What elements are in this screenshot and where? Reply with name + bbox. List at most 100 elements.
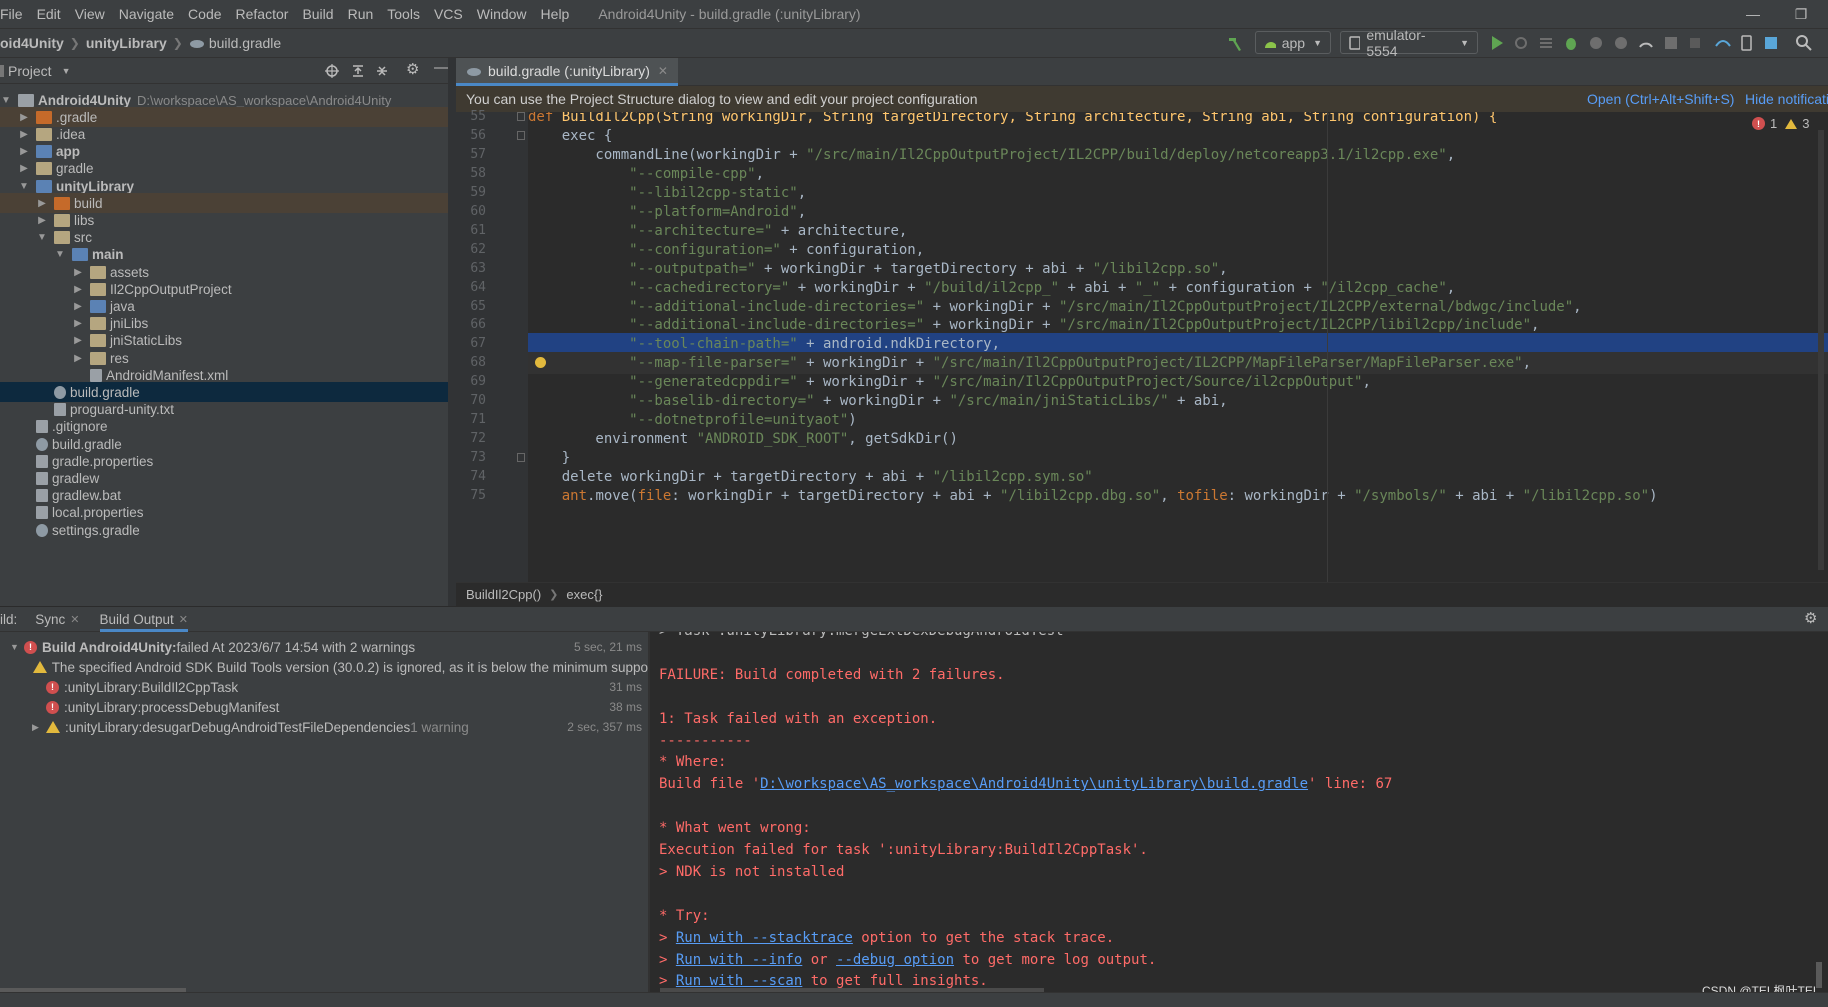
project-view-label[interactable]: Project [8,63,52,79]
chevron-right-icon[interactable]: ▶ [36,198,48,209]
chevron-right-icon[interactable]: ▶ [32,722,46,733]
run-config-select[interactable]: app ▼ [1255,31,1331,54]
console-link[interactable]: Run with --info [676,952,802,968]
chevron-down-icon[interactable]: ▼ [0,95,12,106]
editor-tab-build-gradle[interactable]: build.gradle (:unityLibrary) ✕ [456,58,678,86]
crumb-block[interactable]: exec{} [566,587,602,602]
sync-gradle-icon[interactable] [1714,34,1732,52]
chevron-right-icon[interactable]: ▶ [72,335,84,346]
close-icon[interactable]: ✕ [658,64,668,78]
chevron-right-icon[interactable]: ▶ [18,146,30,157]
list-icon[interactable] [1537,34,1555,52]
folder-icon [54,196,70,210]
code-token: "--map-file-parser=" [528,355,798,372]
menu-vcs[interactable]: VCS [427,6,470,22]
rerun-icon[interactable] [1512,34,1530,52]
chevron-down-icon[interactable]: ▼ [62,66,71,76]
build-row[interactable]: The specified Android SDK Build Tools ve… [0,657,648,677]
build-console[interactable]: > Task :unityLibrary:mergeExtDexDebugAnd… [650,632,1828,992]
search-icon[interactable] [1795,34,1813,52]
chevron-right-icon[interactable]: ▶ [72,301,84,312]
apply-changes-icon[interactable] [1637,34,1655,52]
error-icon: ! [46,680,59,694]
folder-icon [90,351,106,365]
chevron-right-icon[interactable]: ▶ [18,163,30,174]
chevron-right-icon[interactable]: ▶ [72,318,84,329]
hammer-icon[interactable] [1226,34,1244,52]
run-icon[interactable] [1488,34,1506,52]
console-text: * Where: [659,754,727,771]
restore-icon[interactable]: ❐ [1778,0,1824,28]
breadcrumb-file[interactable]: build.gradle [209,35,281,51]
build-row[interactable]: !:unityLibrary:BuildIl2CppTask 31 ms [0,677,648,697]
chevron-right-icon[interactable]: ▶ [18,112,30,123]
minimize-icon[interactable]: — [1730,0,1776,28]
tab-build-output[interactable]: Build Output ✕ [99,606,189,632]
fold-marker-icon[interactable] [517,112,525,121]
locate-icon[interactable] [324,63,340,79]
hide-panel-icon[interactable]: — [434,59,449,76]
menu-window[interactable]: Window [470,6,534,22]
chevron-right-icon[interactable]: ▶ [72,284,84,295]
tab-sync[interactable]: Sync [35,612,65,627]
menu-tools[interactable]: Tools [380,6,427,22]
chevron-right-icon[interactable]: ▶ [18,129,30,140]
stop-icon[interactable] [1686,34,1704,52]
menu-help[interactable]: Help [534,6,577,22]
build-row[interactable]: ▼! Build Android4Unity: failed At 2023/6/… [0,637,648,657]
fold-marker-icon[interactable] [517,453,525,463]
chevron-right-icon[interactable]: ▶ [72,267,84,278]
build-row[interactable]: ▶:unityLibrary:desugarDebugAndroidTestFi… [0,717,648,737]
debug-icon[interactable] [1562,34,1580,52]
gear-icon[interactable]: ⚙ [406,60,419,78]
collapse-all-icon[interactable] [374,63,390,79]
code-editor[interactable]: def BuildIl2Cpp(String workingDir, Strin… [528,112,1828,582]
console-link[interactable]: D:\workspace\AS_workspace\Android4Unity\… [760,776,1308,792]
menu-run[interactable]: Run [341,6,381,22]
chevron-down-icon[interactable]: ▼ [54,249,66,260]
build-row-label: Build Android4Unity: [42,639,177,655]
profile-icon[interactable] [1587,34,1605,52]
tree-item-label: build [74,195,103,211]
menu-file[interactable]: File [0,6,30,22]
sdk-manager-icon[interactable] [1762,34,1780,52]
crumb-function[interactable]: BuildIl2Cpp() [466,587,541,602]
chevron-right-icon[interactable]: ▶ [36,215,48,226]
chevron-right-icon[interactable]: ▶ [72,353,84,364]
menu-edit[interactable]: Edit [30,6,68,22]
code-token: "--additional-include-directories=" [528,298,925,315]
hide-notification-link[interactable]: Hide notification [1745,91,1828,107]
code-line[interactable]: ant.move(file: workingDir + targetDirect… [528,485,1828,507]
tree-item[interactable]: settings.gradle [0,520,448,540]
breadcrumb-project[interactable]: oid4Unity [0,35,64,51]
panel-splitter[interactable] [448,58,456,606]
menu-code[interactable]: Code [181,6,228,22]
code-token: + abi, [1168,393,1228,410]
chevron-down-icon[interactable]: ▼ [18,181,30,192]
device-manager-icon[interactable] [1738,34,1756,52]
console-link[interactable]: Run with --scan [676,973,802,989]
editor-scrollbar[interactable] [1818,130,1824,570]
fold-marker-icon[interactable] [517,130,525,140]
breadcrumb-module[interactable]: unityLibrary [86,35,167,51]
attach-debugger-icon[interactable] [1612,34,1630,52]
close-icon[interactable]: ✕ [179,613,188,626]
close-icon[interactable]: ✕ [70,613,79,626]
inspection-widget[interactable]: ! 1 3 [1752,116,1809,131]
console-line: ----------- [659,730,752,752]
apply-code-changes-icon[interactable] [1662,34,1680,52]
console-link[interactable]: Run with --stacktrace [676,930,853,946]
menu-view[interactable]: View [68,6,112,22]
menu-refactor[interactable]: Refactor [229,6,296,22]
menu-build[interactable]: Build [295,6,340,22]
expand-all-icon[interactable] [350,63,366,79]
device-select[interactable]: emulator-5554 ▼ [1340,27,1478,59]
console-link[interactable]: --debug option [836,952,954,968]
gear-icon[interactable]: ⚙ [1804,609,1817,627]
chevron-down-icon[interactable]: ▼ [10,642,24,652]
chevron-down-icon[interactable]: ▼ [36,232,48,243]
menu-navigate[interactable]: Navigate [112,6,181,22]
tree-item-label: res [110,350,129,366]
build-row[interactable]: !:unityLibrary:processDebugManifest 38 ms [0,697,648,717]
open-project-structure-link[interactable]: Open (Ctrl+Alt+Shift+S) [1587,91,1734,107]
